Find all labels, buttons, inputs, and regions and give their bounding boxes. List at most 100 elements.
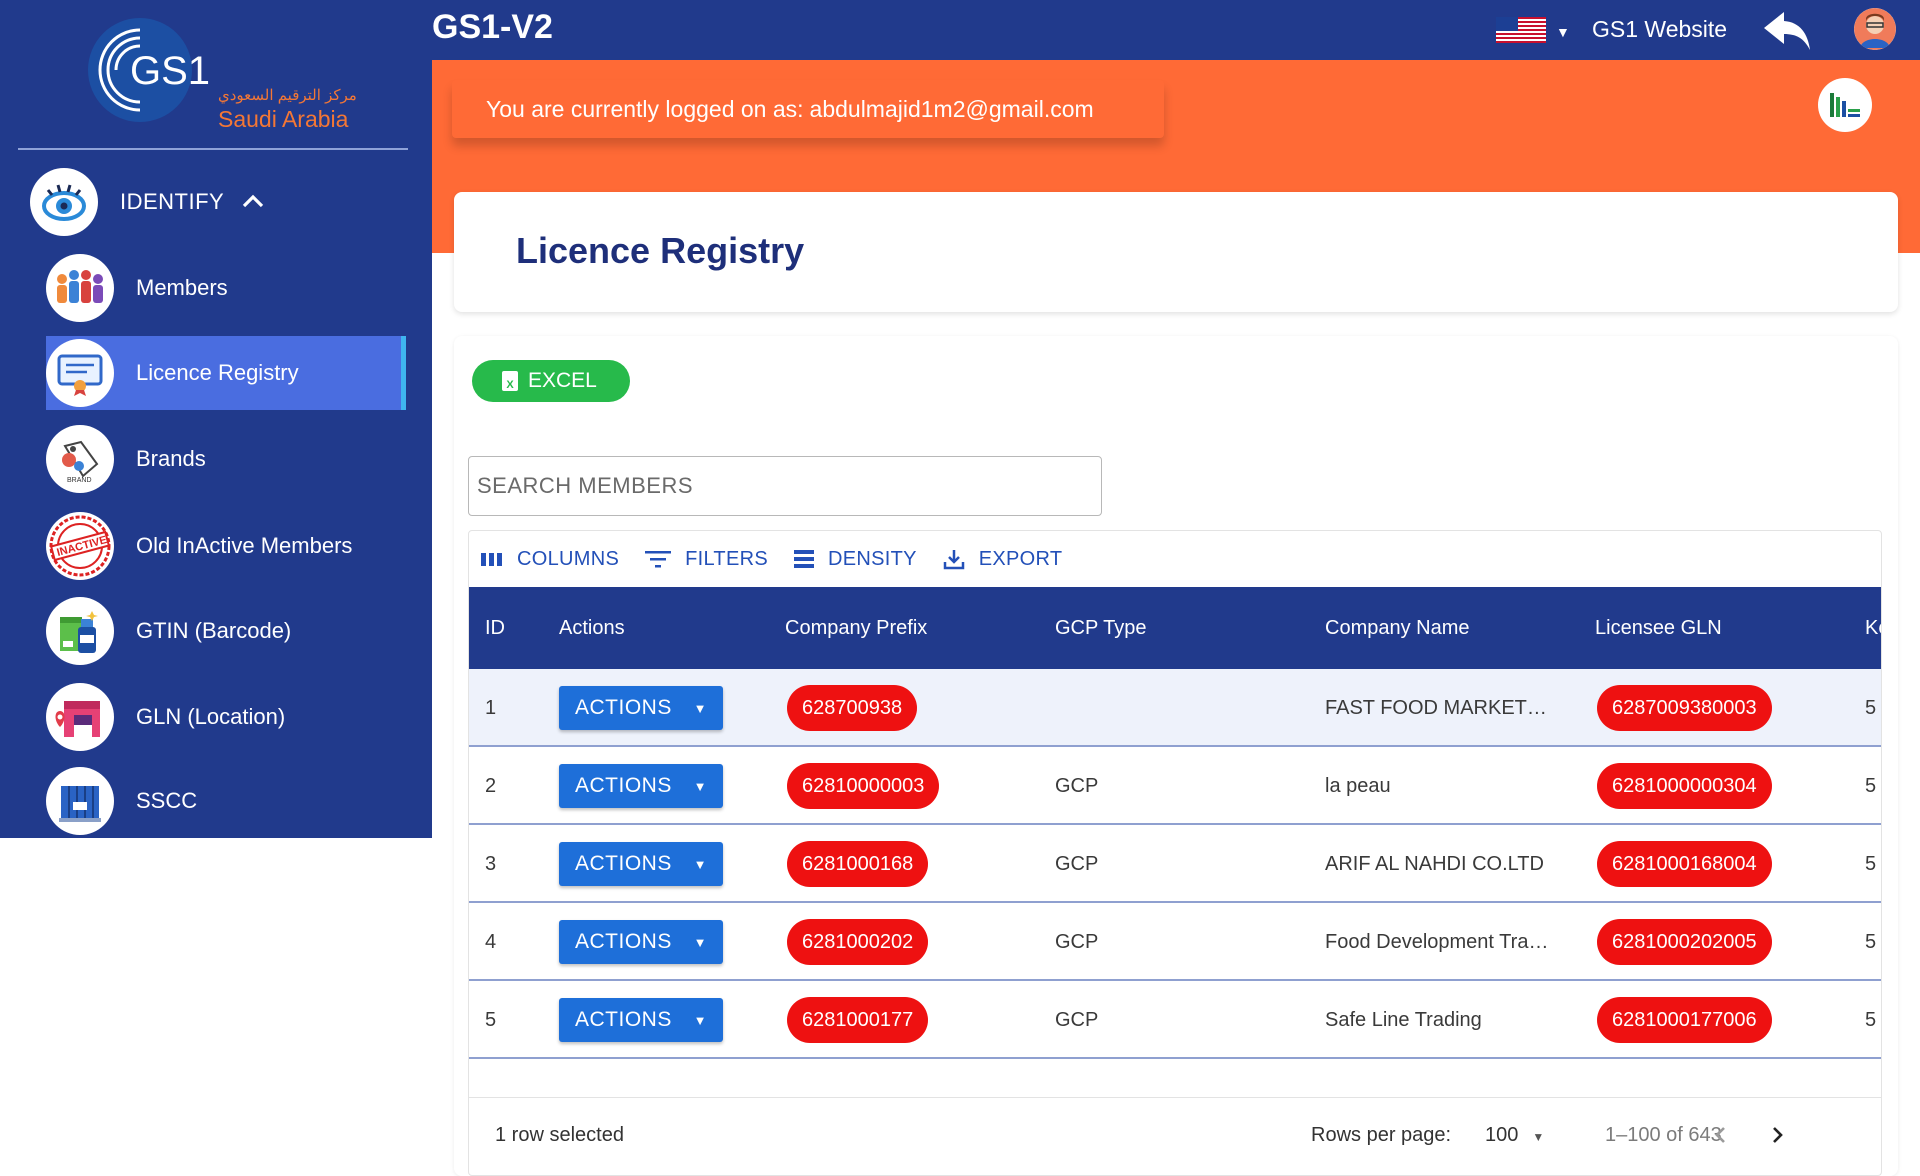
cell-company-prefix: 6281000202 bbox=[787, 903, 929, 981]
logged-in-prefix: You are currently logged on as: bbox=[486, 95, 804, 122]
export-button[interactable]: EXPORT bbox=[943, 548, 1063, 571]
excel-export-button[interactable]: X EXCEL bbox=[472, 360, 630, 402]
columns-button[interactable]: COLUMNS bbox=[481, 548, 619, 571]
language-dropdown-icon[interactable]: ▼ bbox=[1556, 24, 1570, 40]
rows-per-page-label: Rows per page: bbox=[1311, 1124, 1452, 1146]
next-page-button[interactable] bbox=[1763, 1120, 1793, 1150]
sidebar-item-gln-location[interactable]: GLN (Location) bbox=[46, 680, 406, 754]
columns-label: COLUMNS bbox=[517, 547, 620, 570]
column-header-licensee-gln[interactable]: Licensee GLN bbox=[1595, 587, 1722, 669]
cell-company-prefix: 6281000168 bbox=[787, 825, 929, 903]
excel-file-icon: X bbox=[502, 371, 518, 391]
previous-page-button[interactable] bbox=[1705, 1120, 1735, 1150]
app-title: GS1-V2 bbox=[432, 8, 553, 46]
brand-logo[interactable]: GS1 مركز الترقيم السعودي Saudi Arabia bbox=[18, 0, 408, 150]
prefix-pill: 62810000003 bbox=[787, 763, 940, 809]
table-row[interactable]: 5 ACTIONS ▼ 6281000177 GCP Safe Line Trad… bbox=[469, 981, 1881, 1059]
rows-per-page-select[interactable]: 100 ▼ bbox=[1485, 1124, 1544, 1147]
selection-count: 1 row selected bbox=[495, 1124, 624, 1146]
column-header-company-name[interactable]: Company Name bbox=[1325, 587, 1470, 669]
page-title: Licence Registry bbox=[516, 230, 805, 271]
sidebar-item-label: GLN (Location) bbox=[136, 704, 286, 729]
sidebar-item-members[interactable]: Members bbox=[46, 251, 406, 325]
company-logo-icon bbox=[1830, 93, 1860, 117]
actions-dropdown-button[interactable]: ACTIONS ▼ bbox=[559, 920, 723, 964]
cell-id: 3 bbox=[485, 852, 497, 875]
members-icon bbox=[46, 254, 114, 322]
caret-down-icon: ▼ bbox=[693, 1012, 707, 1028]
gln-pill: 6281000168004 bbox=[1597, 841, 1772, 887]
actions-dropdown-button[interactable]: ACTIONS ▼ bbox=[559, 998, 723, 1042]
sidebar: GS1 مركز الترقيم السعودي Saudi Arabia ID… bbox=[0, 0, 432, 838]
identify-section-toggle[interactable]: IDENTIFY bbox=[30, 168, 264, 236]
actions-label: ACTIONS bbox=[575, 1008, 672, 1031]
gln-pill: 6287009380003 bbox=[1597, 685, 1772, 731]
cell-licensee-gln: 6281000168004 bbox=[1597, 825, 1772, 903]
cell-gcp-type: GCP bbox=[1055, 774, 1099, 797]
brand-country: Saudi Arabia bbox=[218, 106, 349, 132]
back-arrow-icon[interactable] bbox=[1762, 8, 1814, 52]
gs1-website-link[interactable]: GS1 Website bbox=[1592, 16, 1727, 43]
table-row[interactable]: 1 ACTIONS ▼ 628700938 FAST FOOD MARKET… 6… bbox=[469, 669, 1881, 747]
inactive-stamp-icon: INACTIVE bbox=[46, 512, 114, 580]
cell-gcp-type: GCP bbox=[1055, 852, 1099, 875]
sidebar-item-old-inactive-members[interactable]: INACTIVE Old InActive Members bbox=[46, 509, 406, 583]
grid-toolbar: COLUMNS FILTERS DENSITY EXPORT bbox=[469, 531, 1881, 587]
cell-id: 5 bbox=[485, 1008, 497, 1031]
caret-down-icon: ▼ bbox=[693, 778, 707, 794]
cell-extra: 5 bbox=[1865, 1008, 1877, 1031]
column-header-actions[interactable]: Actions bbox=[559, 587, 625, 669]
actions-dropdown-button[interactable]: ACTIONS ▼ bbox=[559, 842, 723, 886]
columns-icon bbox=[481, 553, 502, 566]
filters-button[interactable]: FILTERS bbox=[645, 548, 768, 571]
data-grid: COLUMNS FILTERS DENSITY EXPORT ID Action… bbox=[468, 530, 1882, 1176]
table-row[interactable]: 4 ACTIONS ▼ 6281000202 GCP Food Developme… bbox=[469, 903, 1881, 981]
caret-down-icon: ▼ bbox=[693, 700, 707, 716]
gln-pill: 6281000202005 bbox=[1597, 919, 1772, 965]
cell-actions: ACTIONS ▼ bbox=[559, 747, 723, 825]
column-header-ke[interactable]: Ke bbox=[1865, 587, 1881, 669]
cell-company-name: Safe Line Trading bbox=[1325, 1008, 1482, 1031]
chevron-up-icon bbox=[242, 191, 264, 214]
eye-icon bbox=[30, 168, 98, 236]
svg-text:BRAND: BRAND bbox=[67, 477, 92, 484]
actions-dropdown-button[interactable]: ACTIONS ▼ bbox=[559, 764, 723, 808]
prefix-pill: 628700938 bbox=[787, 685, 918, 731]
table-row[interactable]: 3 ACTIONS ▼ 6281000168 GCP ARIF AL NAHDI … bbox=[469, 825, 1881, 903]
company-logo[interactable] bbox=[1818, 78, 1872, 132]
table-row[interactable]: 2 ACTIONS ▼ 62810000003 GCP la peau 62810… bbox=[469, 747, 1881, 825]
filter-icon bbox=[645, 551, 672, 568]
container-icon bbox=[46, 767, 114, 835]
prefix-pill: 6281000202 bbox=[787, 919, 929, 965]
caret-down-icon: ▼ bbox=[693, 934, 707, 950]
download-icon bbox=[943, 550, 965, 570]
cell-extra: 5 bbox=[1865, 696, 1877, 719]
export-label: EXPORT bbox=[978, 547, 1063, 570]
cell-company-name: ARIF AL NAHDI CO.LTD bbox=[1325, 852, 1544, 875]
user-avatar[interactable] bbox=[1854, 8, 1896, 50]
user-avatar-icon bbox=[1854, 8, 1896, 50]
column-header-id[interactable]: ID bbox=[485, 587, 505, 669]
actions-dropdown-button[interactable]: ACTIONS ▼ bbox=[559, 686, 723, 730]
excel-button-label: EXCEL bbox=[528, 369, 597, 392]
logged-in-notice: You are currently logged on as: abdulmaj… bbox=[452, 80, 1164, 138]
rows-per-page-value: 100 bbox=[1485, 1124, 1519, 1146]
column-header-company-prefix[interactable]: Company Prefix bbox=[785, 587, 927, 669]
sidebar-item-licence-registry[interactable]: Licence Registry bbox=[46, 336, 406, 410]
sidebar-item-gtin-barcode[interactable]: GTIN (Barcode) bbox=[46, 594, 406, 668]
actions-label: ACTIONS bbox=[575, 930, 672, 953]
cell-company-prefix: 6281000177 bbox=[787, 981, 929, 1059]
column-header-gcp-type[interactable]: GCP Type bbox=[1055, 587, 1147, 669]
cell-extra: 5 bbox=[1865, 774, 1877, 797]
chevron-right-icon bbox=[1773, 1127, 1783, 1143]
chevron-left-icon bbox=[1715, 1127, 1725, 1143]
cell-licensee-gln: 6287009380003 bbox=[1597, 669, 1772, 747]
sidebar-item-sscc[interactable]: SSCC bbox=[46, 764, 406, 838]
gtin-box-icon bbox=[46, 597, 114, 665]
us-flag-icon[interactable] bbox=[1496, 17, 1546, 43]
density-button[interactable]: DENSITY bbox=[793, 548, 917, 571]
cell-id: 1 bbox=[485, 696, 497, 719]
search-members-input[interactable] bbox=[468, 456, 1102, 516]
sidebar-item-brands[interactable]: BRAND Brands bbox=[46, 422, 406, 496]
cell-company-name: FAST FOOD MARKET… bbox=[1325, 696, 1547, 719]
